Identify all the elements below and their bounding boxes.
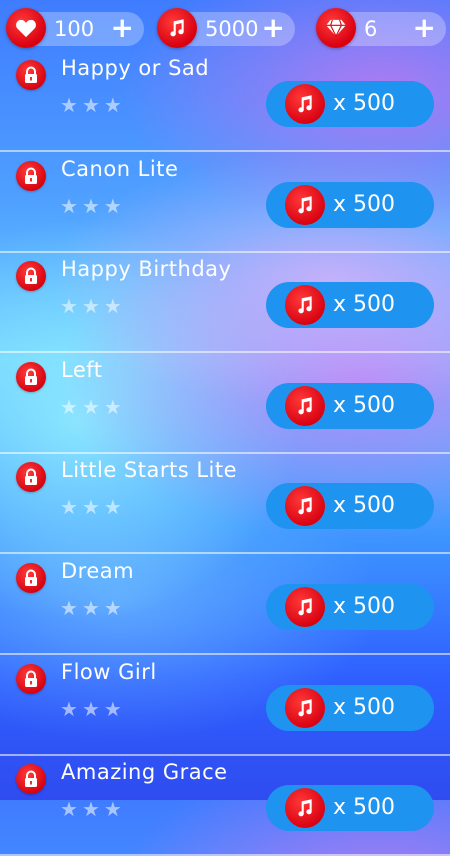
add-lives-button[interactable]: + [111, 12, 134, 44]
notes-value: 5000 [205, 17, 259, 41]
star-rating: ★ ★ ★ [60, 598, 122, 618]
lock-icon [16, 60, 46, 90]
music-note-icon [157, 8, 197, 48]
music-note-icon [285, 84, 325, 124]
star-icon: ★ [60, 394, 78, 419]
unlock-button[interactable]: x 500 [266, 282, 434, 329]
lock-icon [16, 160, 46, 191]
unlock-price: x 500 [333, 795, 396, 821]
lock-icon [16, 764, 46, 795]
song-row[interactable]: Canon Lite ★ ★ ★ x 500 [0, 151, 450, 253]
song-row[interactable]: Happy or Sad ★ ★ ★ x 500 [0, 50, 450, 152]
song-row[interactable]: Little Starts Lite ★ ★ ★ x 500 [0, 452, 450, 555]
song-row[interactable]: Flow Girl ★ ★ ★ x 500 [0, 654, 450, 756]
lock-icon [16, 261, 46, 292]
star-icon: ★ [81, 93, 100, 117]
star-icon: ★ [60, 596, 78, 620]
song-title: Left [61, 357, 103, 382]
unlock-button[interactable]: x 500 [266, 483, 434, 530]
star-icon: ★ [103, 93, 122, 117]
unlock-button[interactable]: x 500 [266, 684, 434, 731]
song-title: Amazing Grace [61, 760, 228, 785]
star-icon: ★ [103, 294, 122, 319]
unlock-price: x 500 [333, 694, 396, 720]
unlock-button[interactable]: x 500 [266, 785, 434, 832]
star-rating: ★ ★ ★ [60, 397, 122, 417]
star-icon: ★ [103, 394, 122, 419]
music-note-icon [285, 687, 325, 728]
lives-value: 100 [54, 17, 95, 41]
unlock-button[interactable]: x 500 [266, 181, 434, 228]
gems-counter: 6 + [316, 8, 446, 48]
song-row[interactable]: Left ★ ★ ★ x 500 [0, 352, 450, 454]
unlock-price: x 500 [333, 392, 396, 418]
star-rating: ★ ★ ★ [60, 497, 122, 517]
song-title: Dream [61, 559, 135, 583]
song-title: Happy Birthday [61, 257, 232, 282]
music-note-icon [285, 788, 325, 829]
music-note-icon [285, 486, 325, 527]
music-note-icon [285, 285, 325, 326]
lock-icon [16, 361, 46, 392]
music-note-icon [285, 385, 325, 426]
song-title: Little Starts Lite [61, 458, 238, 483]
unlock-price: x 500 [333, 594, 396, 619]
unlock-price: x 500 [333, 292, 396, 318]
star-icon: ★ [103, 596, 122, 620]
heart-icon [6, 8, 46, 48]
unlock-price: x 500 [333, 191, 396, 217]
star-icon: ★ [81, 394, 100, 419]
unlock-price: x 500 [333, 493, 396, 519]
top-status-bar: 100 + 5000 + 6 + [0, 0, 450, 58]
add-gems-button[interactable]: + [413, 12, 436, 44]
star-icon: ★ [81, 495, 100, 520]
lock-icon [16, 663, 46, 694]
song-title: Flow Girl [61, 659, 157, 684]
star-rating: ★ ★ ★ [60, 699, 122, 719]
star-icon: ★ [60, 696, 78, 721]
star-rating: ★ ★ ★ [60, 296, 122, 316]
song-row[interactable]: Happy Birthday ★ ★ ★ x 500 [0, 251, 450, 354]
star-icon: ★ [81, 294, 100, 319]
star-rating: ★ ★ ★ [60, 196, 122, 216]
lock-icon [16, 563, 46, 593]
song-title: Canon Lite [61, 156, 179, 181]
gems-value: 6 [364, 17, 378, 41]
star-icon: ★ [60, 797, 78, 822]
unlock-button[interactable]: x 500 [266, 81, 434, 127]
music-note-icon [285, 184, 325, 225]
star-icon: ★ [103, 495, 122, 520]
star-icon: ★ [60, 495, 78, 520]
star-icon: ★ [60, 193, 78, 218]
unlock-price: x 500 [333, 91, 396, 116]
star-rating: ★ ★ ★ [60, 799, 122, 819]
song-row[interactable]: Dream ★ ★ ★ x 500 [0, 553, 450, 655]
star-icon: ★ [103, 193, 122, 218]
star-icon: ★ [81, 797, 100, 822]
unlock-button[interactable]: x 500 [266, 584, 434, 630]
lives-counter: 100 + [6, 8, 144, 48]
add-notes-button[interactable]: + [262, 12, 285, 44]
star-icon: ★ [103, 797, 122, 822]
notes-counter: 5000 + [157, 8, 295, 48]
song-row[interactable]: Amazing Grace ★ ★ ★ x 500 [0, 754, 450, 856]
lock-icon [16, 462, 46, 493]
music-note-icon [285, 587, 325, 627]
diamond-icon [316, 8, 356, 48]
unlock-button[interactable]: x 500 [266, 382, 434, 429]
star-rating: ★ ★ ★ [60, 95, 122, 115]
star-icon: ★ [81, 193, 100, 218]
star-icon: ★ [103, 696, 122, 721]
song-title: Happy or Sad [61, 56, 210, 80]
star-icon: ★ [60, 294, 78, 319]
star-icon: ★ [81, 596, 100, 620]
star-icon: ★ [81, 696, 100, 721]
star-icon: ★ [60, 93, 78, 117]
